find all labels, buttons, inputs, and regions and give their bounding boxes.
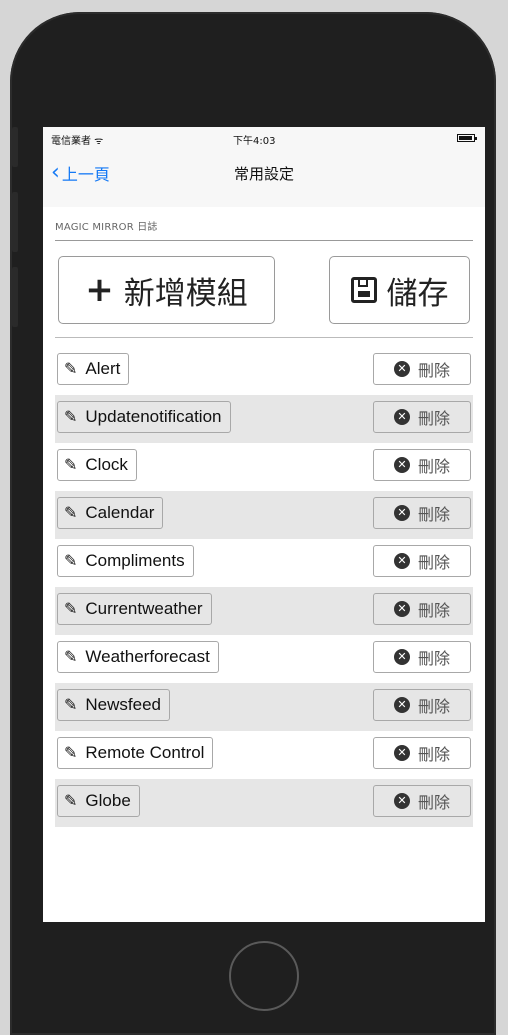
delete-module-button[interactable]: ✕ 刪除	[373, 401, 471, 433]
module-name: Clock	[85, 455, 128, 474]
delete-label: 刪除	[417, 505, 450, 524]
delete-label: 刪除	[417, 649, 450, 668]
volume-down-button	[12, 267, 18, 327]
battery-icon	[457, 134, 477, 142]
module-row: ✎ Calendar ✕ 刪除	[55, 491, 473, 539]
clock-label: 下午4:03	[233, 136, 276, 147]
x-circle-icon: ✕	[393, 409, 410, 425]
module-name: Weatherforecast	[85, 647, 210, 666]
edit-module-button[interactable]: ✎ Weatherforecast	[57, 641, 219, 673]
module-name: Updatenotification	[85, 407, 222, 426]
module-row: ✎ Remote Control ✕ 刪除	[55, 731, 473, 779]
module-row: ✎ Newsfeed ✕ 刪除	[55, 683, 473, 731]
module-row: ✎ Clock ✕ 刪除	[55, 443, 473, 491]
module-name: Alert	[85, 359, 121, 378]
x-circle-icon: ✕	[393, 601, 410, 617]
delete-label: 刪除	[417, 409, 450, 428]
delete-module-button[interactable]: ✕ 刪除	[373, 497, 471, 529]
module-row: ✎ Weatherforecast ✕ 刪除	[55, 635, 473, 683]
delete-module-button[interactable]: ✕ 刪除	[373, 545, 471, 577]
edit-module-button[interactable]: ✎ Updatenotification	[57, 401, 231, 433]
save-button[interactable]: 儲存	[329, 256, 470, 324]
delete-label: 刪除	[417, 745, 450, 764]
x-circle-icon: ✕	[393, 745, 410, 761]
edit-module-button[interactable]: ✎ Calendar	[57, 497, 164, 529]
x-circle-icon: ✕	[393, 793, 410, 809]
plus-icon: +	[85, 270, 114, 310]
module-row: ✎ Compliments ✕ 刪除	[55, 539, 473, 587]
pencil-icon: ✎	[64, 793, 78, 810]
module-name: Compliments	[85, 551, 185, 570]
edit-module-button[interactable]: ✎ Compliments	[57, 545, 194, 577]
edit-module-button[interactable]: ✎ Newsfeed	[57, 689, 171, 721]
divider	[55, 337, 473, 338]
module-row: ✎ Currentweather ✕ 刪除	[55, 587, 473, 635]
screen: 電信業者 ᯤ 下午4:03 ‹ 上一頁 常用設定 MAGIC MIRROR 日誌…	[43, 127, 485, 922]
pencil-icon: ✎	[64, 553, 78, 570]
edit-module-button[interactable]: ✎ Alert	[57, 353, 130, 385]
module-row: ✎ Alert ✕ 刪除	[55, 347, 473, 395]
delete-module-button[interactable]: ✕ 刪除	[373, 353, 471, 385]
home-button[interactable]	[229, 941, 299, 1011]
edit-module-button[interactable]: ✎ Remote Control	[57, 737, 214, 769]
module-row: ✎ Updatenotification ✕ 刪除	[55, 395, 473, 443]
module-row: ✎ Globe ✕ 刪除	[55, 779, 473, 827]
save-label: 儲存	[386, 275, 449, 312]
delete-label: 刪除	[417, 553, 450, 572]
pencil-icon: ✎	[64, 745, 78, 762]
section-title: MAGIC MIRROR 日誌	[55, 222, 158, 233]
delete-module-button[interactable]: ✕ 刪除	[373, 785, 471, 817]
module-name: Calendar	[85, 503, 155, 522]
edit-module-button[interactable]: ✎ Clock	[57, 449, 137, 481]
x-circle-icon: ✕	[393, 361, 410, 377]
pencil-icon: ✎	[64, 409, 78, 426]
module-name: Remote Control	[85, 743, 205, 762]
pencil-icon: ✎	[64, 361, 78, 378]
pencil-icon: ✎	[64, 457, 78, 474]
module-name: Globe	[85, 791, 131, 810]
module-list: ✎ Alert ✕ 刪除 ✎ Updatenotification ✕ 刪除 ✎ Clock ✕ 刪除…	[55, 347, 473, 827]
delete-label: 刪除	[417, 697, 450, 716]
delete-module-button[interactable]: ✕ 刪除	[373, 449, 471, 481]
delete-module-button[interactable]: ✕ 刪除	[373, 593, 471, 625]
page-title: 常用設定	[233, 165, 294, 183]
edit-module-button[interactable]: ✎ Currentweather	[57, 593, 212, 625]
x-circle-icon: ✕	[393, 505, 410, 521]
module-name: Currentweather	[85, 599, 203, 618]
delete-label: 刪除	[417, 601, 450, 620]
volume-up-button	[12, 192, 18, 252]
mute-switch	[12, 127, 18, 167]
pencil-icon: ✎	[64, 649, 78, 666]
module-name: Newsfeed	[85, 695, 162, 714]
delete-label: 刪除	[417, 793, 450, 812]
navigation-bar: ‹ 上一頁 常用設定	[43, 149, 485, 207]
pencil-icon: ✎	[64, 505, 78, 522]
x-circle-icon: ✕	[393, 553, 410, 569]
delete-module-button[interactable]: ✕ 刪除	[373, 689, 471, 721]
pencil-icon: ✎	[64, 601, 78, 618]
delete-module-button[interactable]: ✕ 刪除	[373, 737, 471, 769]
floppy-icon	[350, 277, 377, 303]
carrier-label: 電信業者 ᯤ	[51, 136, 104, 147]
x-circle-icon: ✕	[393, 457, 410, 473]
delete-label: 刪除	[417, 361, 450, 380]
delete-label: 刪除	[417, 457, 450, 476]
add-module-label: 新增模組	[123, 275, 248, 312]
add-module-button[interactable]: + 新增模組	[58, 256, 275, 324]
x-circle-icon: ✕	[393, 697, 410, 713]
status-bar: 電信業者 ᯤ 下午4:03	[43, 127, 485, 149]
x-circle-icon: ✕	[393, 649, 410, 665]
pencil-icon: ✎	[64, 697, 78, 714]
delete-module-button[interactable]: ✕ 刪除	[373, 641, 471, 673]
divider	[55, 240, 473, 241]
edit-module-button[interactable]: ✎ Globe	[57, 785, 140, 817]
